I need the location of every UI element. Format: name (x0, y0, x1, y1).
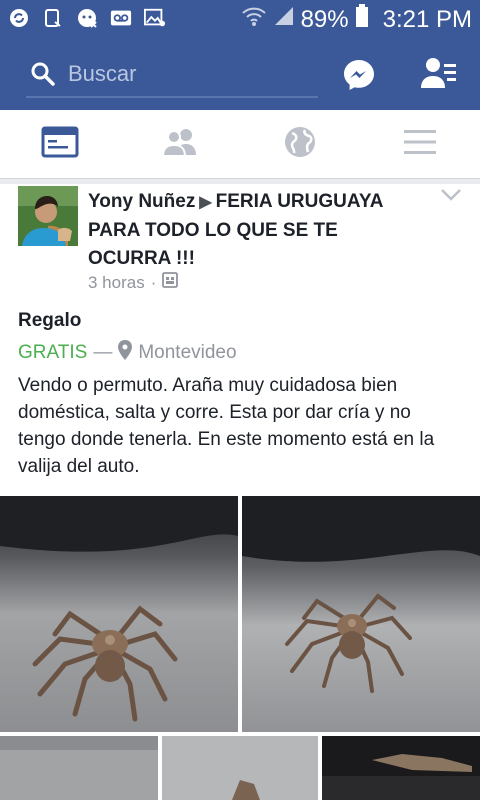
news-feed-icon (41, 126, 79, 163)
messenger-icon[interactable] (342, 58, 376, 92)
top-bar: Buscar (0, 38, 480, 110)
menu-icon (403, 128, 437, 161)
search-input[interactable]: Buscar (68, 61, 136, 87)
listing-price: GRATIS (18, 342, 88, 363)
search-bar[interactable]: Buscar (26, 52, 318, 98)
listing-location[interactable]: Montevideo (138, 342, 236, 364)
battery-icon (355, 4, 369, 35)
post-text: Vendo o permuto. Araña muy cuidadosa bie… (18, 375, 435, 477)
post-header: Yony Nuñez ▶ FERIA URUGUAYA PARA TODO LO Q… (88, 188, 420, 273)
signal-icon (273, 5, 295, 34)
price-dash: — (93, 342, 113, 363)
photo-5[interactable] (322, 736, 480, 800)
wifi-icon (241, 5, 267, 34)
meta-dot: · (150, 272, 157, 292)
status-bar: 89% 3:21 PM (0, 0, 480, 38)
avatar[interactable] (18, 186, 78, 246)
group-audience-icon (162, 272, 179, 293)
photo-3[interactable] (0, 736, 158, 800)
author-name[interactable]: Yony Nuñez (88, 191, 195, 212)
tab-news-feed[interactable] (0, 110, 120, 178)
tab-menu[interactable] (360, 110, 480, 178)
search-icon[interactable] (30, 61, 56, 87)
arrow-right-icon: ▶ (199, 194, 212, 211)
voicemail-icon (110, 7, 132, 29)
listing-title: Regalo (18, 310, 82, 331)
photo-2[interactable] (242, 496, 480, 732)
cat-icon (76, 7, 98, 29)
sync-icon (8, 7, 30, 29)
nav-tabs (0, 110, 480, 179)
friends-icon (161, 127, 199, 162)
listing-price-location: GRATIS — Montevideo (18, 340, 237, 366)
location-pin-icon (118, 340, 133, 366)
image-icon (144, 7, 166, 29)
post-meta: 3 horas · (88, 272, 179, 293)
tab-notifications[interactable] (240, 110, 360, 178)
photo-1[interactable] (0, 496, 238, 732)
photo-4[interactable] (162, 736, 318, 800)
friend-requests-icon[interactable] (420, 56, 458, 92)
chevron-down-icon[interactable] (440, 188, 462, 204)
clock: 3:21 PM (382, 5, 472, 33)
notification-icon (42, 7, 64, 29)
globe-icon (283, 125, 317, 164)
feed-post: Yony Nuñez ▶ FERIA URUGUAYA PARA TODO LO Q… (0, 184, 480, 800)
post-time[interactable]: 3 horas (88, 273, 145, 293)
tab-friends[interactable] (120, 110, 240, 178)
battery-percent: 89% (300, 5, 349, 33)
